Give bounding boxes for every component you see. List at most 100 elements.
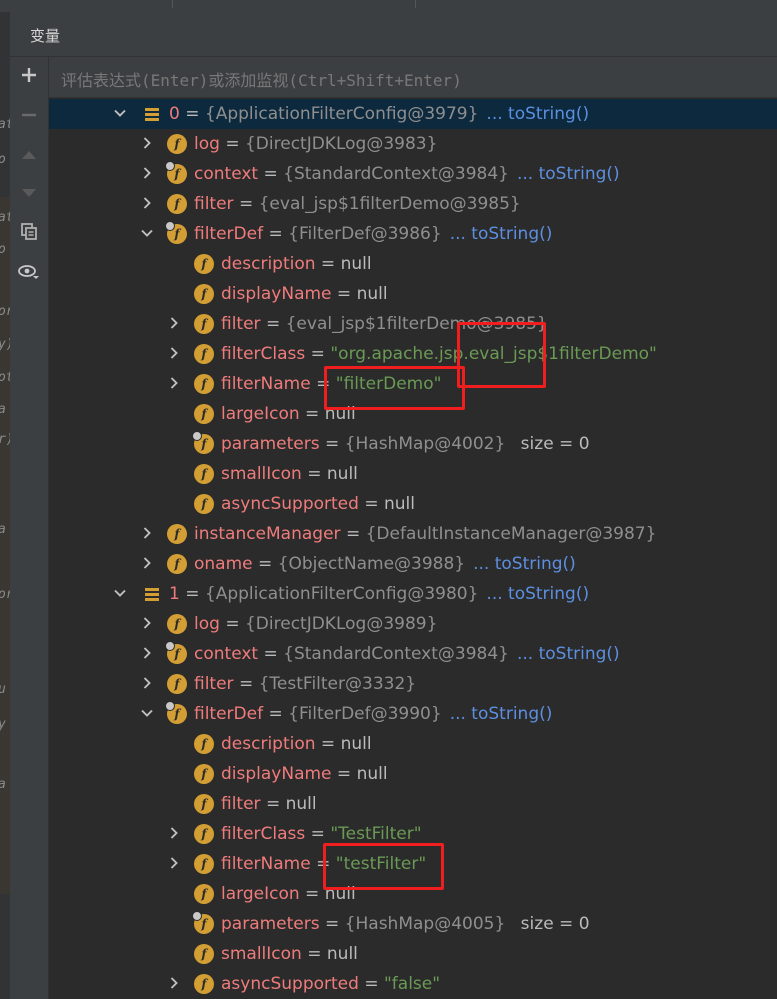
variable-name: smallIcon — [221, 944, 302, 964]
tree-row[interactable]: f context = {StandardContext@3984} ... toS… — [49, 639, 777, 669]
field-icon: f — [167, 524, 187, 544]
size-label: size = 0 — [515, 434, 590, 454]
equals-sign: = — [319, 914, 345, 934]
tree-row[interactable]: f instanceManager = {DefaultInstanceManag… — [49, 519, 777, 549]
variable-name: filterDef — [194, 224, 264, 244]
gutter-text: at — [0, 117, 10, 132]
expand-arrow-icon[interactable] — [139, 525, 155, 541]
tree-row[interactable]: f asyncSupported = "false" — [49, 969, 777, 999]
tree-row[interactable]: f displayName = null — [49, 279, 777, 309]
tostring-link[interactable]: ... toString() — [450, 224, 553, 244]
tostring-link[interactable]: ... toString() — [486, 104, 589, 124]
gutter-text: or — [0, 304, 10, 319]
tree-row[interactable]: f log = {DirectJDKLog@3989} — [49, 609, 777, 639]
tree-row[interactable]: f displayName = null — [49, 759, 777, 789]
variable-name: context — [194, 644, 259, 664]
move-down-icon — [22, 189, 36, 197]
tree-row[interactable]: f parameters = {HashMap@4002} size = 0 — [49, 429, 777, 459]
variable-text: filter = {TestFilter@3332} — [194, 674, 416, 694]
variable-text: displayName = null — [221, 764, 388, 784]
expand-arrow-icon[interactable] — [166, 855, 182, 871]
tostring-link[interactable]: ... toString() — [473, 554, 576, 574]
variable-name: oname — [194, 554, 253, 574]
variable-name: filterClass — [221, 824, 306, 844]
expand-arrow-icon[interactable] — [139, 165, 155, 181]
tree-row[interactable]: f smallIcon = null — [49, 939, 777, 969]
pin-badge-icon — [165, 701, 175, 711]
highlight-box — [323, 843, 444, 890]
copy-button[interactable] — [10, 215, 48, 247]
tree-row[interactable]: f context = {StandardContext@3984} ... toS… — [49, 159, 777, 189]
variable-value: {HashMap@4002} — [344, 434, 506, 454]
variable-name: filterClass — [221, 344, 306, 364]
tree-row[interactable]: f log = {DirectJDKLog@3983} — [49, 129, 777, 159]
variable-text: filterClass = "org.apache.jsp.eval_jsp$1… — [221, 344, 657, 364]
tree-row[interactable]: 0 = {ApplicationFilterConfig@3979} ... to… — [49, 99, 777, 129]
variable-value: {ObjectName@3988} — [277, 554, 466, 574]
expand-arrow-icon[interactable] — [139, 555, 155, 571]
gutter-text: y — [0, 717, 10, 732]
variable-name: 1 — [169, 584, 180, 604]
tree-row[interactable]: f filterDef = {FilterDef@3990} ... toStrin… — [49, 699, 777, 729]
tree-row[interactable]: f asyncSupported = null — [49, 489, 777, 519]
equals-sign: = — [301, 944, 327, 964]
field-icon: f — [167, 134, 187, 154]
collapse-arrow-icon[interactable] — [112, 105, 128, 121]
equals-sign: = — [331, 284, 357, 304]
field-icon: f — [165, 221, 187, 244]
panel-title: 变量 — [30, 27, 61, 45]
expand-arrow-icon[interactable] — [166, 375, 182, 391]
tree-row[interactable]: f filterDef = {FilterDef@3986} ... toStrin… — [49, 219, 777, 249]
variable-text: description = null — [221, 734, 372, 754]
field-icon: f — [194, 734, 214, 754]
expand-arrow-icon[interactable] — [166, 315, 182, 331]
expand-arrow-icon[interactable] — [166, 345, 182, 361]
tostring-link[interactable]: ... toString() — [486, 584, 589, 604]
tree-row[interactable]: f filterClass = "org.apache.jsp.eval_jsp$… — [49, 339, 777, 369]
tostring-link[interactable]: ... toString() — [450, 704, 553, 724]
tree-row[interactable]: f parameters = {HashMap@4005} size = 0 — [49, 909, 777, 939]
pin-badge-icon — [165, 161, 175, 171]
equals-sign: = — [340, 524, 366, 544]
tree-row[interactable]: f filter = {TestFilter@3332} — [49, 669, 777, 699]
move-down-button[interactable] — [10, 177, 48, 209]
evaluate-expression-field[interactable]: 评估表达式(Enter)或添加监视(Ctrl+Shift+Enter) — [49, 57, 777, 98]
gutter-text: at — [0, 210, 10, 225]
expand-arrow-icon[interactable] — [166, 825, 182, 841]
tree-row[interactable]: f filter = null — [49, 789, 777, 819]
view-options-button[interactable] — [10, 256, 48, 288]
tree-row[interactable]: 1 = {ApplicationFilterConfig@3980} ... to… — [49, 579, 777, 609]
collapse-arrow-icon[interactable] — [139, 705, 155, 721]
tree-row[interactable]: f filter = {eval_jsp$1filterDemo@3985} — [49, 189, 777, 219]
tree-row[interactable]: f description = null — [49, 249, 777, 279]
variable-name: filter — [221, 314, 261, 334]
variable-value: {ApplicationFilterConfig@3980} — [204, 584, 479, 604]
remove-watch-button[interactable] — [10, 99, 48, 131]
tree-row[interactable]: f oname = {ObjectName@3988} ... toString() — [49, 549, 777, 579]
expand-arrow-icon[interactable] — [139, 675, 155, 691]
expand-arrow-icon[interactable] — [139, 615, 155, 631]
tostring-link[interactable]: ... toString() — [517, 644, 620, 664]
expand-arrow-icon[interactable] — [139, 645, 155, 661]
tree-row[interactable]: f filter = {eval_jsp$1filterDemo@3985} — [49, 309, 777, 339]
collapse-arrow-icon[interactable] — [139, 225, 155, 241]
add-watch-button[interactable] — [10, 59, 48, 91]
collapse-arrow-icon[interactable] — [112, 585, 128, 601]
expand-arrow-icon[interactable] — [139, 135, 155, 151]
tree-row[interactable]: f description = null — [49, 729, 777, 759]
equals-sign: = — [233, 194, 259, 214]
tree-row[interactable]: f smallIcon = null — [49, 459, 777, 489]
view-options-icon — [18, 265, 39, 279]
expand-arrow-icon[interactable] — [166, 975, 182, 991]
variable-name: displayName — [221, 764, 332, 784]
variable-value: {TestFilter@3332} — [258, 674, 417, 694]
move-up-button[interactable] — [10, 139, 48, 171]
variable-name: largeIcon — [221, 404, 300, 424]
equals-sign: = — [258, 644, 284, 664]
tostring-link[interactable]: ... toString() — [517, 164, 620, 184]
field-icon: f — [167, 614, 187, 634]
expand-arrow-icon[interactable] — [139, 195, 155, 211]
equals-sign: = — [179, 104, 205, 124]
equals-sign: = — [358, 494, 384, 514]
field-icon: f — [194, 854, 214, 874]
